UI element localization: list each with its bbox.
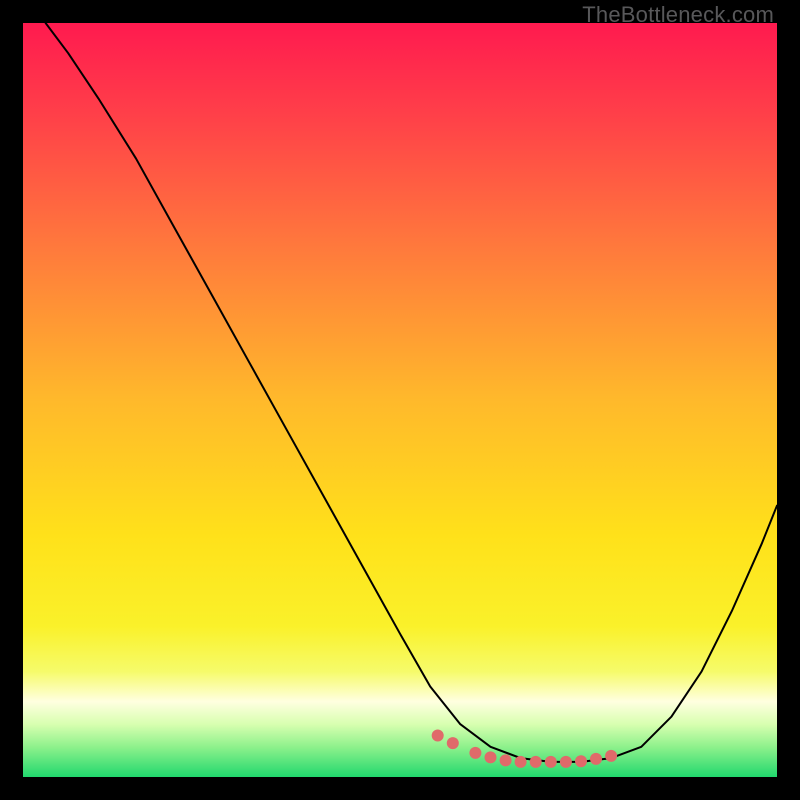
optimal-point [560, 756, 572, 768]
optimal-point [590, 753, 602, 765]
optimal-point [447, 737, 459, 749]
optimal-point [432, 730, 444, 742]
optimal-point [605, 750, 617, 762]
optimal-point [485, 751, 497, 763]
gradient-background [23, 23, 777, 777]
watermark-label: TheBottleneck.com [582, 2, 774, 28]
optimal-point [469, 747, 481, 759]
bottleneck-chart [23, 23, 777, 777]
optimal-point [530, 756, 542, 768]
optimal-point [515, 756, 527, 768]
optimal-point [545, 756, 557, 768]
optimal-point [575, 755, 587, 767]
chart-frame [23, 23, 777, 777]
optimal-point [500, 754, 512, 766]
